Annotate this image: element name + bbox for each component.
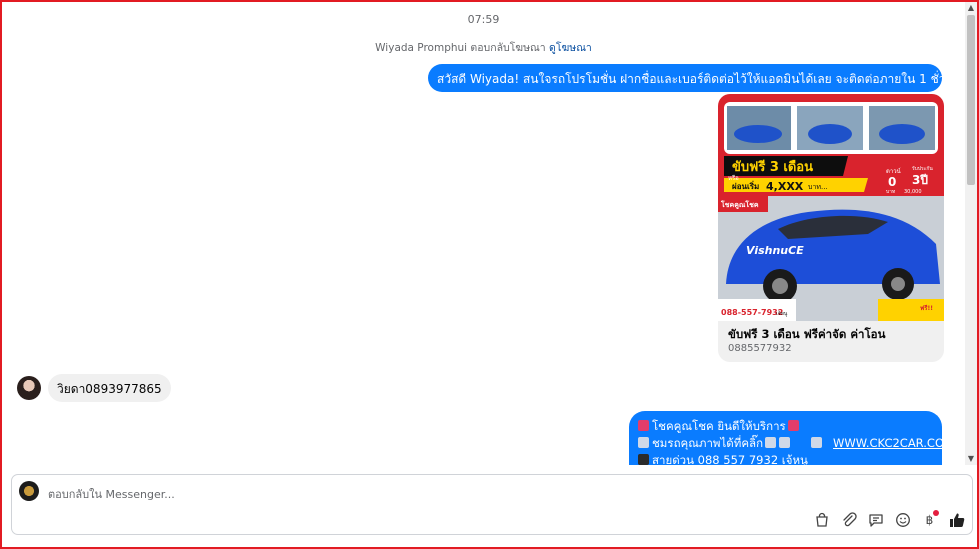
composer[interactable]: ตอบกลับใน Messenger... ฿ (11, 474, 973, 535)
play-icon (638, 437, 649, 448)
ad-headline: ขับฟรี 3 เดือน (732, 159, 813, 175)
down-arrow-icon (779, 437, 791, 448)
website-link[interactable]: WWW.CKC2CAR.COM (833, 436, 954, 450)
scroll-thumb[interactable] (967, 15, 975, 185)
ad-installment-label: ผ่อนเริ่ม (732, 180, 759, 191)
promo-line-2-text: ชมรถคุณภาพได้ที่คลิ๊ก (652, 436, 764, 450)
scroll-up-button[interactable]: ▲ (965, 2, 977, 14)
attach-icon[interactable] (839, 511, 858, 530)
notification-dot (933, 509, 939, 516)
ad-phone-suffix: เจ้หนู (776, 310, 788, 317)
saved-reply-icon[interactable] (866, 511, 885, 530)
sender-avatar[interactable] (17, 376, 41, 400)
scrollbar[interactable]: ▲ ▼ (965, 2, 977, 465)
ad-down-unit: บาท (886, 189, 895, 195)
ad-installment-suffix: บาท... (808, 183, 828, 191)
star-icon (787, 420, 799, 431)
play-icon (811, 437, 823, 448)
ad-warranty-label: รับประกัน (912, 166, 933, 172)
greeting-message: สวัสดี Wiyada! สนใจรถโปรโมชั่น ฝากชื่อแล… (428, 64, 965, 92)
promo-message: โชคคูณโชค ยินดีให้บริการ ชมรถคุณภาพได้ที… (629, 411, 954, 465)
ad-down-label: ดาวน์ (886, 167, 901, 175)
reply-input[interactable]: ตอบกลับใน Messenger... (48, 485, 175, 503)
promo-line-2: ชมรถคุณภาพได้ที่คลิ๊ก WWW.CKC2CAR.COM (638, 435, 954, 452)
ad-car-decal: VishnuCE (746, 244, 804, 257)
shop-icon[interactable] (812, 511, 831, 530)
message-thread[interactable]: 07:59 Wiyada Promphui ตอบกลับโฆษณา ดูโฆษ… (2, 2, 965, 465)
emoji-icon[interactable] (893, 511, 912, 530)
phone-icon (638, 454, 649, 465)
ad-card-title: ขับฟรี 3 เดือน ฟรีค่าจัด ค่าโอน (728, 327, 886, 341)
incoming-message: วิยดา0893977865 (48, 374, 171, 402)
ad-down-value: 0 (888, 175, 896, 189)
star-icon (638, 420, 649, 431)
like-icon[interactable] (947, 511, 966, 530)
promo-line-1-text: โชคคูณโชค ยินดีให้บริการ (652, 419, 786, 433)
ad-card-image: ขับฟรี 3 เดือน หรือ ผ่อนเริ่ม 4,XXX บาท.… (718, 94, 944, 321)
ad-brand-tag: โชคคูณโชค (720, 200, 759, 210)
ad-warranty-km: 30,000 (904, 189, 922, 195)
ad-reply-text: Wiyada Promphui ตอบกลับโฆษณา (375, 42, 546, 54)
ad-warranty-value: 3ปี (912, 173, 928, 187)
promo-line-3-text: สายด่วน 088 557 7932 เจ้หนู (652, 453, 808, 465)
ad-card[interactable]: ขับฟรี 3 เดือน หรือ ผ่อนเริ่ม 4,XXX บาท.… (718, 94, 944, 362)
ad-phone: 088-557-7932 (721, 308, 783, 317)
ad-card-subtitle: 0885577932 (728, 343, 792, 354)
ad-installment-amount: 4,XXX (766, 180, 804, 193)
baht-symbol: ฿ (925, 513, 934, 527)
ad-reply-notice: Wiyada Promphui ตอบกลับโฆษณา ดูโฆษณา (2, 39, 965, 56)
promo-line-1: โชคคูณโชค ยินดีให้บริการ (638, 418, 934, 435)
scroll-down-button[interactable]: ▼ (965, 453, 977, 465)
baht-icon[interactable]: ฿ (920, 509, 939, 530)
view-ad-link[interactable]: ดูโฆษณา (549, 42, 592, 54)
composer-toolbar: ฿ (812, 509, 966, 530)
timestamp: 07:59 (467, 13, 500, 26)
down-arrow-icon (765, 437, 777, 448)
page-avatar (19, 481, 39, 501)
ad-installment-prefix: หรือ (728, 174, 739, 182)
ad-free-label: ฟรี!! (920, 304, 933, 312)
promo-line-3: สายด่วน 088 557 7932 เจ้หนู (638, 452, 934, 465)
